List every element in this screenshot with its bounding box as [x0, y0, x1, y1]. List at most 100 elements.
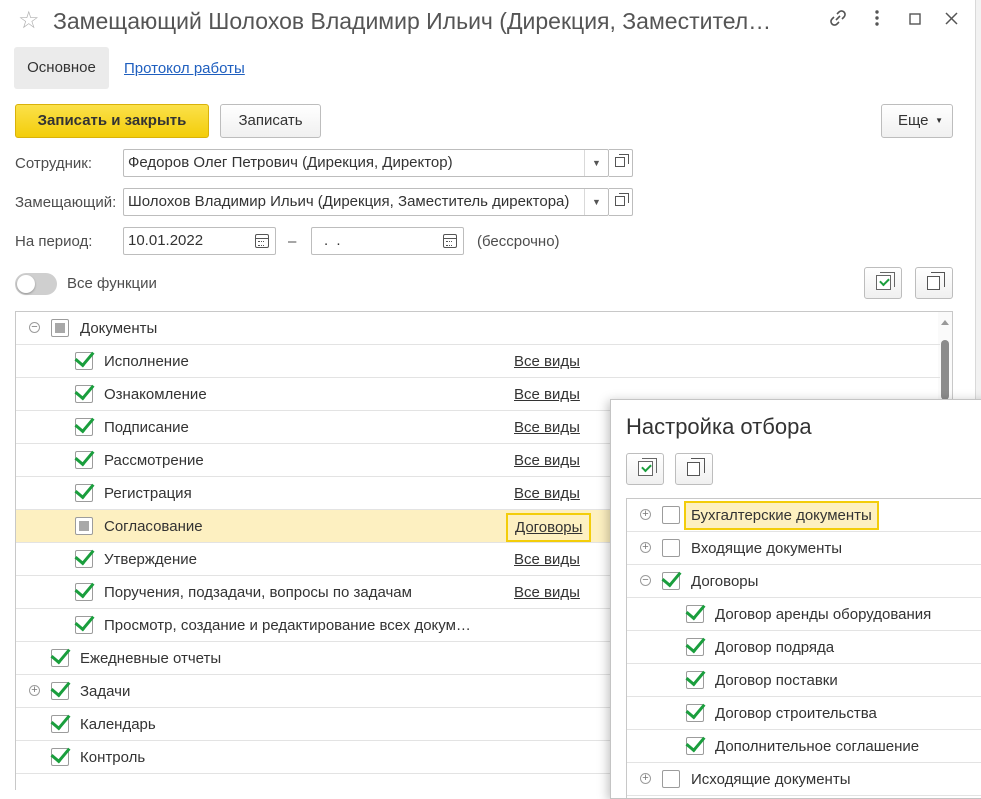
checkbox[interactable] [51, 319, 69, 337]
filter-row[interactable]: + Исходящие документы [627, 763, 981, 796]
kinds-link[interactable]: Все виды [514, 551, 580, 568]
filter-settings-popup: Настройка отбора + Бухгалтерские документ… [610, 399, 981, 799]
tree-row[interactable]: Исполнение Все виды [16, 345, 940, 378]
popup-check-all-button[interactable] [626, 453, 664, 485]
function-label: Просмотр, создание и редактирование всех… [104, 617, 471, 634]
checkbox[interactable] [686, 605, 704, 623]
calendar-icon[interactable] [443, 234, 457, 248]
checkbox[interactable] [51, 682, 69, 700]
more-menu-label: Еще [898, 112, 929, 129]
checkbox[interactable] [686, 737, 704, 755]
substitute-label: Замещающий: [15, 194, 117, 211]
filter-row[interactable]: + Входящие документы [627, 532, 981, 565]
filter-kind-label: Исходящие документы [691, 771, 851, 788]
toggle-knob [17, 275, 35, 293]
collapse-icon[interactable]: − [29, 322, 40, 333]
substitute-field[interactable]: Шолохов Владимир Ильич (Дирекция, Замест… [123, 188, 609, 216]
filter-row[interactable]: Договор аренды оборудования [627, 598, 981, 631]
function-label: Подписание [104, 419, 189, 436]
open-employee-button[interactable] [609, 149, 633, 177]
checkbox[interactable] [662, 770, 680, 788]
checkbox[interactable] [75, 385, 93, 403]
close-icon[interactable] [939, 9, 963, 33]
filter-row[interactable]: Договор строительства [627, 697, 981, 730]
uncheck-all-icon [927, 272, 945, 290]
expand-icon[interactable]: + [29, 685, 40, 696]
filter-row[interactable]: Договор поставки [627, 664, 981, 697]
check-all-icon [876, 272, 895, 290]
kinds-link[interactable]: Все виды [514, 386, 580, 403]
checkbox[interactable] [75, 583, 93, 601]
function-label: Ежедневные отчеты [80, 650, 222, 667]
all-functions-toggle[interactable] [15, 273, 57, 295]
filter-row[interactable]: Дополнительное соглашение [627, 730, 981, 763]
checkbox[interactable] [75, 550, 93, 568]
uncheck-all-button[interactable] [915, 267, 953, 299]
open-card-icon [615, 193, 629, 206]
period-dash: – [288, 233, 297, 250]
checkbox[interactable] [75, 517, 93, 535]
tab-work-log[interactable]: Протокол работы [124, 60, 245, 77]
checkbox[interactable] [75, 418, 93, 436]
more-menu-button[interactable]: Еще ▼ [881, 104, 953, 138]
kinds-link[interactable]: Все виды [514, 485, 580, 502]
kinds-link[interactable]: Все виды [514, 353, 580, 370]
scroll-up-icon[interactable] [941, 320, 949, 325]
filter-row[interactable]: Договор подряда [627, 631, 981, 664]
calendar-icon[interactable] [255, 234, 269, 248]
dropdown-arrow-icon[interactable]: ▼ [584, 150, 608, 176]
expand-icon[interactable]: + [640, 542, 651, 553]
popup-uncheck-all-button[interactable] [675, 453, 713, 485]
title-bar: ☆ Замещающий Шолохов Владимир Ильич (Дир… [0, 0, 978, 42]
checkbox[interactable] [662, 506, 680, 524]
employee-field[interactable]: Федоров Олег Петрович (Дирекция, Директо… [123, 149, 609, 177]
checkbox[interactable] [662, 539, 680, 557]
filter-kind-label: Дополнительное соглашение [715, 738, 920, 755]
substitute-value: Шолохов Владимир Ильич (Дирекция, Замест… [128, 193, 570, 210]
filter-kinds-tree[interactable]: + Бухгалтерские документы + Входящие докуме… [626, 498, 981, 798]
expand-icon[interactable]: + [640, 773, 651, 784]
expand-icon[interactable]: + [640, 509, 651, 520]
star-icon[interactable]: ☆ [18, 6, 40, 35]
period-from-field[interactable]: 10.01.2022 [123, 227, 276, 255]
more-icon[interactable] [865, 9, 889, 33]
checkbox[interactable] [51, 748, 69, 766]
check-all-button[interactable] [864, 267, 902, 299]
function-label: Согласование [104, 518, 203, 535]
checkbox[interactable] [662, 572, 680, 590]
scroll-thumb[interactable] [941, 340, 949, 400]
checkbox[interactable] [51, 649, 69, 667]
filter-kind-label: Договор строительства [715, 705, 877, 722]
open-card-icon [615, 154, 629, 167]
kinds-link[interactable]: Договоры [506, 513, 592, 542]
kinds-link[interactable]: Все виды [514, 452, 580, 469]
open-substitute-button[interactable] [609, 188, 633, 216]
save-button[interactable]: Записать [220, 104, 321, 138]
checkbox[interactable] [686, 638, 704, 656]
checkbox[interactable] [75, 352, 93, 370]
checkbox[interactable] [75, 451, 93, 469]
checkbox[interactable] [686, 704, 704, 722]
maximize-icon[interactable] [903, 9, 927, 33]
checkbox[interactable] [51, 715, 69, 733]
link-icon[interactable] [826, 9, 850, 33]
collapse-icon[interactable]: − [640, 575, 651, 586]
checkbox[interactable] [75, 484, 93, 502]
chevron-down-icon: ▼ [935, 116, 943, 125]
save-and-close-button[interactable]: Записать и закрыть [15, 104, 209, 138]
checkbox[interactable] [75, 616, 93, 634]
window-title: Замещающий Шолохов Владимир Ильич (Дирек… [53, 8, 772, 34]
period-note: (бессрочно) [477, 233, 560, 250]
period-to-field[interactable]: . . [311, 227, 464, 255]
filter-row[interactable]: + Бухгалтерские документы [627, 499, 981, 532]
filter-kind-label: Договор аренды оборудования [715, 606, 932, 623]
dropdown-arrow-icon[interactable]: ▼ [584, 189, 608, 215]
kinds-link[interactable]: Все виды [514, 584, 580, 601]
kinds-link[interactable]: Все виды [514, 419, 580, 436]
filter-kind-label: Договоры [691, 573, 759, 590]
filter-row[interactable]: − Договоры [627, 565, 981, 598]
tree-row[interactable]: − Документы [16, 312, 940, 345]
period-label: На период: [15, 233, 93, 250]
tab-main[interactable]: Основное [14, 47, 109, 89]
checkbox[interactable] [686, 671, 704, 689]
